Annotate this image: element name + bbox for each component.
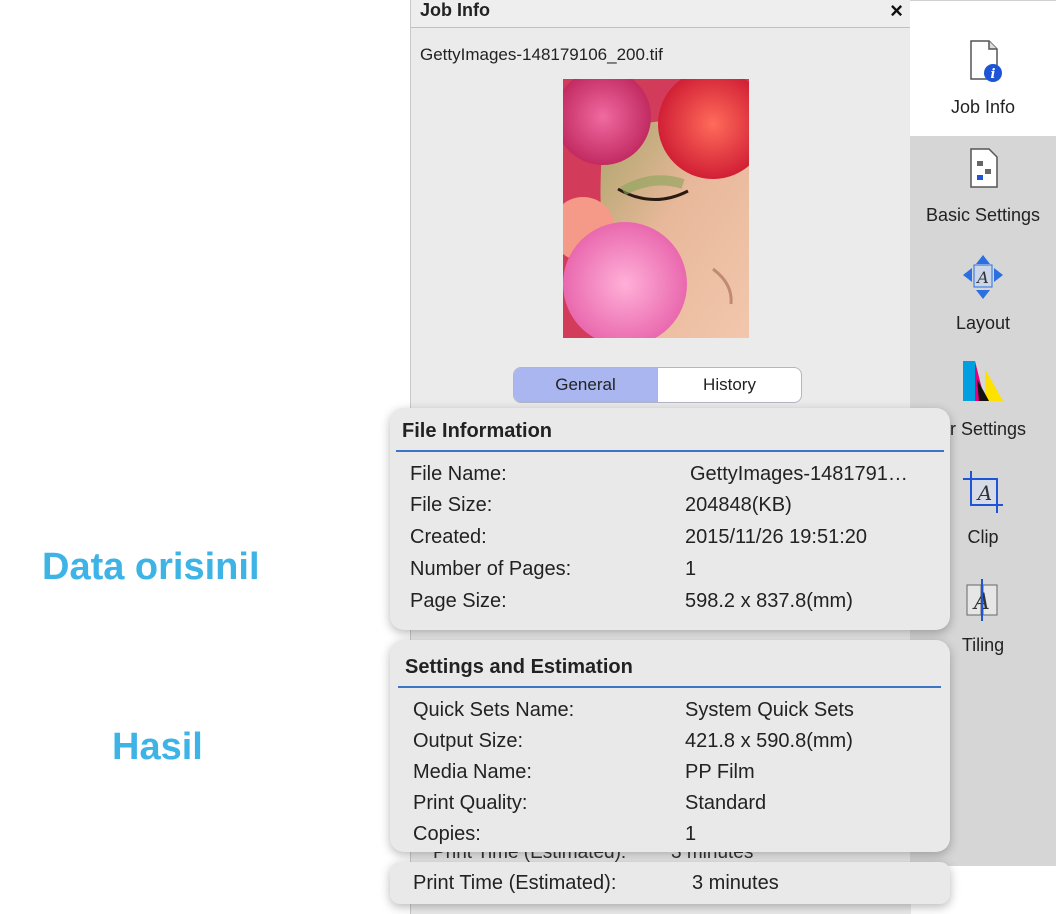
output-size-label: Output Size: — [413, 730, 524, 752]
nav-item-basic-settings[interactable]: Basic Settings — [910, 145, 1056, 253]
copies-value: 1 — [685, 823, 697, 845]
file-name-label: File Name: — [410, 463, 507, 485]
print-time-label: Print Time (Estimated): — [413, 872, 617, 894]
svg-text:A: A — [975, 268, 989, 287]
number-of-pages-value: 1 — [685, 558, 697, 580]
panel-header: Job Info × — [411, 0, 911, 28]
svg-text:A: A — [976, 481, 992, 505]
svg-text:i: i — [991, 67, 996, 82]
nav-label-layout: Layout — [955, 313, 1011, 333]
callout-original-data: Data orisinil — [42, 546, 260, 588]
copies-label: Copies: — [413, 823, 481, 845]
tab-history[interactable]: History — [658, 368, 801, 402]
basic-settings-icon — [970, 148, 998, 188]
thumbnail-image — [563, 79, 749, 338]
file-size-value: 204848(KB) — [685, 494, 792, 516]
print-time-value: 3 minutes — [692, 872, 779, 894]
panel-title: Job Info — [420, 0, 490, 20]
output-size-value: 421.8 x 590.8(mm) — [685, 730, 853, 752]
settings-estimation-title: Settings and Estimation — [405, 656, 633, 678]
clip-icon: A — [963, 471, 1003, 513]
file-information-title: File Information — [402, 420, 552, 442]
tab-general[interactable]: General — [514, 368, 658, 402]
file-name-value: GettyImages-1481791… — [690, 463, 908, 485]
media-name-value: PP Film — [685, 761, 755, 783]
card-divider — [396, 450, 944, 452]
file-size-label: File Size: — [410, 494, 493, 516]
page-size-value: 598.2 x 837.8(mm) — [685, 590, 853, 612]
media-name-label: Media Name: — [413, 761, 532, 783]
print-time-card: Print Time (Estimated): 3 minutes — [390, 862, 950, 904]
file-information-card: File Information File Name: GettyImages-… — [390, 408, 950, 630]
nav-label-basic-settings: Basic Settings — [925, 205, 1041, 225]
nav-label-job-info: Job Info — [950, 97, 1016, 117]
card-divider — [398, 686, 941, 688]
quick-sets-name-label: Quick Sets Name: — [413, 699, 575, 721]
callout-result: Hasil — [112, 726, 203, 768]
color-settings-icon — [963, 361, 1003, 401]
layout-icon: A — [963, 255, 1003, 299]
settings-estimation-card: Settings and Estimation Quick Sets Name:… — [390, 640, 950, 852]
job-info-icon: i — [970, 40, 1002, 82]
print-quality-label: Print Quality: — [413, 792, 528, 814]
created-value: 2015/11/26 19:51:20 — [685, 526, 868, 548]
created-label: Created: — [410, 526, 487, 548]
job-filename: GettyImages-148179106_200.tif — [420, 45, 663, 64]
quick-sets-name-value: System Quick Sets — [685, 699, 854, 721]
page-size-label: Page Size: — [410, 590, 507, 612]
number-of-pages-label: Number of Pages: — [410, 558, 572, 580]
close-icon[interactable]: × — [890, 0, 903, 24]
nav-item-layout[interactable]: A Layout — [910, 253, 1056, 361]
job-thumbnail — [563, 79, 749, 338]
nav-item-job-info[interactable]: i Job Info — [910, 37, 1056, 145]
print-quality-value: Standard — [685, 792, 767, 814]
tiling-icon: A — [966, 579, 998, 621]
job-info-tabs: General History — [513, 367, 802, 403]
